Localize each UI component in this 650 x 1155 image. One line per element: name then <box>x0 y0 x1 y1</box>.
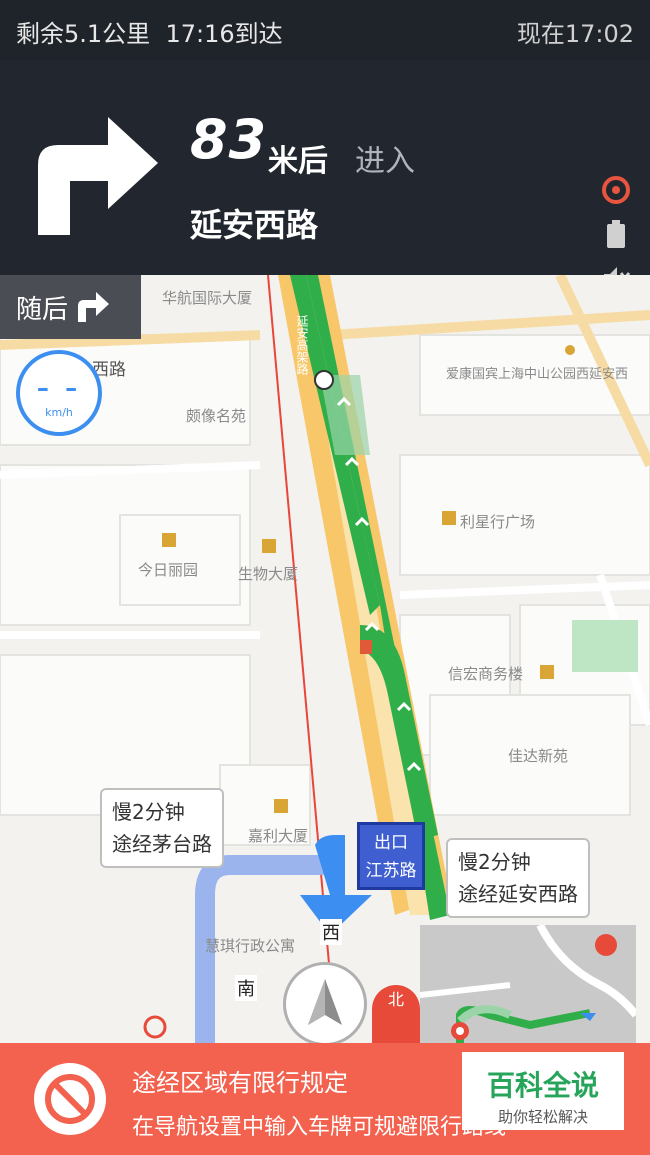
poi-label: 生物大厦 <box>238 565 299 583</box>
poi-label: 颇像名苑 <box>186 407 247 425</box>
exit-sign-road: 江苏路 <box>365 861 417 881</box>
direction-west-label: 西 <box>320 919 342 945</box>
alt-route-time: 慢2分钟 <box>112 800 185 824</box>
alt-route-via: 途经茅台路 <box>112 832 212 856</box>
alt-route-time: 慢2分钟 <box>458 850 531 874</box>
battery-icon <box>598 216 634 252</box>
navigation-arrow-icon <box>308 979 342 1025</box>
turn-distance: 83 <box>190 108 268 171</box>
speed-unit: km/h <box>45 406 73 419</box>
north-label: 北 <box>387 990 404 1009</box>
alt-route-bubble-1[interactable]: 慢2分钟 途经茅台路 <box>100 788 224 868</box>
restriction-hint: 在导航设置中输入车牌可规避限行路线 <box>132 1115 507 1140</box>
poi-label: 利星行广场 <box>460 513 536 531</box>
locate-button[interactable] <box>283 962 367 1046</box>
watermark-title: 百科全说 <box>486 1069 599 1102</box>
no-entry-icon <box>34 1063 106 1135</box>
camera-alert-icon[interactable] <box>598 172 634 208</box>
arrival-time: 17:16到达 <box>165 20 283 48</box>
poi-label: 信宏商务楼 <box>448 665 524 683</box>
watermark-subtitle: 助你轻松解决 <box>497 1108 588 1126</box>
speedometer: – – km/h <box>16 350 102 436</box>
poi-label: 慧琪行政公寓 <box>205 937 296 955</box>
poi-label: 爱康国宾上海中山公园西延安西 <box>446 367 629 382</box>
exit-sign-label: 出口 <box>374 833 408 853</box>
remaining-distance: 剩余5.1公里 <box>16 20 151 48</box>
speed-value: – – <box>36 374 82 402</box>
highway-label: 延安高架路 <box>295 315 309 375</box>
direction-south-label: 南 <box>235 975 257 1001</box>
current-time: 现在17:02 <box>516 20 634 48</box>
alt-route-bubble-2[interactable]: 慢2分钟 途经延安西路 <box>446 838 590 918</box>
exit-sign: 出口 江苏路 <box>357 822 425 890</box>
turn-right-small-icon <box>78 292 110 322</box>
watermark: 百科全说 助你轻松解决 <box>462 1052 624 1130</box>
poi-label: 今日丽园 <box>138 561 199 579</box>
poi-label: 佳达新苑 <box>508 747 569 765</box>
restriction-title: 途经区域有限行规定 <box>132 1069 348 1097</box>
turn-action: 进入 <box>355 144 415 179</box>
poi-label: 华航国际大厦 <box>162 289 253 307</box>
turn-right-arrow-icon <box>38 117 158 235</box>
poi-label: 嘉利大厦 <box>248 827 309 845</box>
north-indicator: 北 <box>372 985 420 1043</box>
status-bar: 剩余5.1公里 17:16到达 现在17:02 <box>0 0 650 60</box>
next-road-name: 延安西路 <box>190 206 319 244</box>
followup-turn-hint: 随后 <box>0 275 141 339</box>
followup-label: 随后 <box>16 294 69 325</box>
alt-route-via: 途经延安西路 <box>458 882 578 906</box>
turn-instruction-panel: 83 米后 进入 延安西路 <box>0 60 650 289</box>
overview-minimap[interactable] <box>420 925 636 1043</box>
minimap-canvas <box>420 925 636 1043</box>
turn-distance-unit: 米后 <box>268 144 328 179</box>
trip-summary: 剩余5.1公里 17:16到达 <box>16 14 283 49</box>
